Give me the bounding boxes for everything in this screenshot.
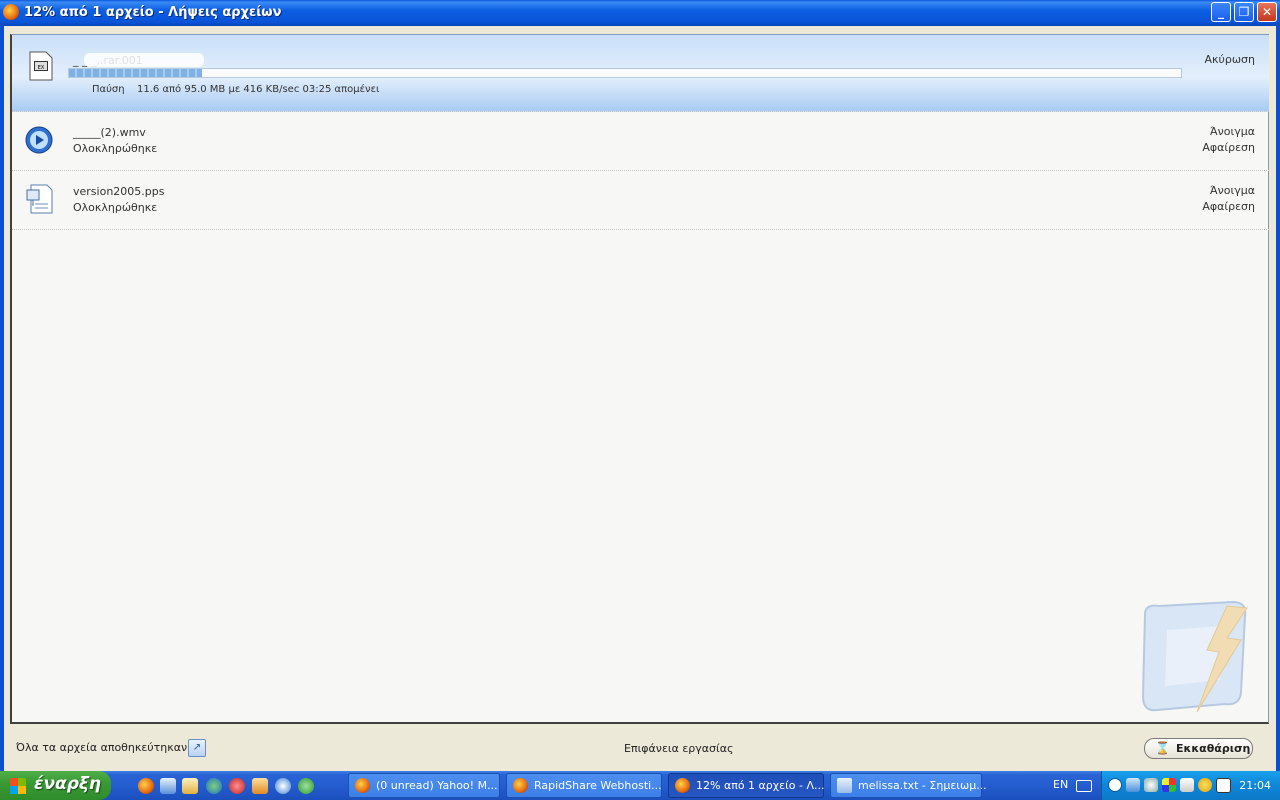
tray-app-icon[interactable] [1180,778,1194,792]
minimize-button[interactable]: _ [1211,2,1231,22]
tray-smiley-icon[interactable] [1198,778,1212,792]
firefox-icon [513,778,528,793]
download-progress-fill [69,69,203,77]
notepad-icon [837,778,852,793]
download-filename: version2005.pps [73,185,165,198]
cancel-link[interactable]: Ακύρωση [1204,53,1255,66]
taskbar-item-notepad[interactable]: melissa.txt - Σημειωμ... [830,773,987,798]
firefox-icon [3,4,19,20]
quicklaunch-opera-icon[interactable] [229,778,245,794]
taskbar: έναρξη (0 unread) Yahoo! M... RapidShare… [0,771,1280,800]
start-button[interactable]: έναρξη [0,771,111,800]
open-link[interactable]: Άνοιγμα [1210,184,1255,197]
taskbar-item-downloads[interactable]: 12% από 1 αρχείο - Λ... [668,773,825,798]
hourglass-icon: ⌛ [1155,741,1170,755]
quicklaunch-clock-icon[interactable] [252,778,268,794]
svg-text:EX: EX [38,65,45,71]
presentation-file-icon [26,184,53,214]
quicklaunch-firefox-icon[interactable] [138,778,154,794]
taskbar-item-label: RapidShare Webhosti... [534,779,662,792]
quicklaunch-globe-icon[interactable] [206,778,222,794]
media-player-file-icon [25,126,53,154]
save-folder-name: Επιφάνεια εργασίας [624,742,734,755]
remove-link[interactable]: Αφαίρεση [1202,141,1255,154]
start-label: έναρξη [34,774,102,794]
taskbar-item-yahoo-mail[interactable]: (0 unread) Yahoo! M... [348,773,500,798]
remove-link[interactable]: Αφαίρεση [1202,200,1255,213]
redacted-filename-mask [84,53,204,67]
quicklaunch-messenger-icon[interactable] [298,778,314,794]
download-progress-bar [68,68,1182,78]
firefox-icon [675,778,690,793]
firefox-icon [355,778,370,793]
download-list[interactable]: EX _ _ _,.rar.001 Παύση 11.6 από 95.0 MB… [10,34,1269,724]
tray-disk-icon[interactable] [1144,778,1158,792]
window-frame-right [1276,26,1280,771]
open-folder-button[interactable]: ↗ [188,739,206,757]
close-button[interactable]: ✕ [1257,2,1277,22]
saved-location-label: Όλα τα αρχεία αποθηκεύτηκαν σε: [16,741,208,754]
tray-network-icon[interactable] [1126,778,1140,792]
window-title: 12% από 1 αρχείο - Λήψεις αρχείων [24,5,282,20]
system-tray: 21:04 [1101,771,1280,800]
download-item[interactable]: _____(2).wmv Ολοκληρώθηκε Άνοιγμα Αφαίρε… [12,111,1269,171]
pause-link[interactable]: Παύση [92,84,125,95]
open-link[interactable]: Άνοιγμα [1210,125,1255,138]
clear-list-label: Εκκαθάριση [1176,742,1251,755]
download-progress-text: 11.6 από 95.0 MB με 416 KB/sec 03:25 απο… [137,84,380,95]
quicklaunch-ie-icon[interactable] [160,778,176,794]
taskbar-item-label: 12% από 1 αρχείο - Λ... [696,779,825,792]
downloads-watermark-icon [1141,600,1248,713]
taskbar-item-rapidshare[interactable]: RapidShare Webhosti... [506,773,662,798]
language-indicator[interactable]: EN [1053,778,1068,791]
keyboard-icon[interactable] [1076,780,1092,792]
clock: 21:04 [1239,779,1271,792]
quicklaunch-media-icon[interactable] [275,778,291,794]
download-status: Ολοκληρώθηκε [73,201,158,214]
tray-color-icon[interactable] [1162,778,1176,792]
taskbar-item-label: melissa.txt - Σημειωμ... [858,779,987,792]
title-bar: 12% από 1 αρχείο - Λήψεις αρχείων _ ❐ ✕ [0,0,1280,26]
download-item[interactable]: version2005.pps Ολοκληρώθηκε Άνοιγμα Αφα… [12,170,1269,230]
tray-ve-icon[interactable] [1216,778,1231,793]
download-filename: _____(2).wmv [73,126,146,139]
quicklaunch-folder-icon[interactable] [182,778,198,794]
restore-button[interactable]: ❐ [1234,2,1254,22]
tray-expand-icon[interactable] [1108,778,1122,792]
clear-list-button[interactable]: ⌛ Εκκαθάριση [1144,738,1253,759]
download-status: Ολοκληρώθηκε [73,142,158,155]
taskbar-item-label: (0 unread) Yahoo! M... [376,779,498,792]
archive-file-icon: EX [29,51,53,81]
download-item-active[interactable]: EX _ _ _,.rar.001 Παύση 11.6 από 95.0 MB… [12,35,1269,112]
windows-logo-icon [10,778,26,794]
